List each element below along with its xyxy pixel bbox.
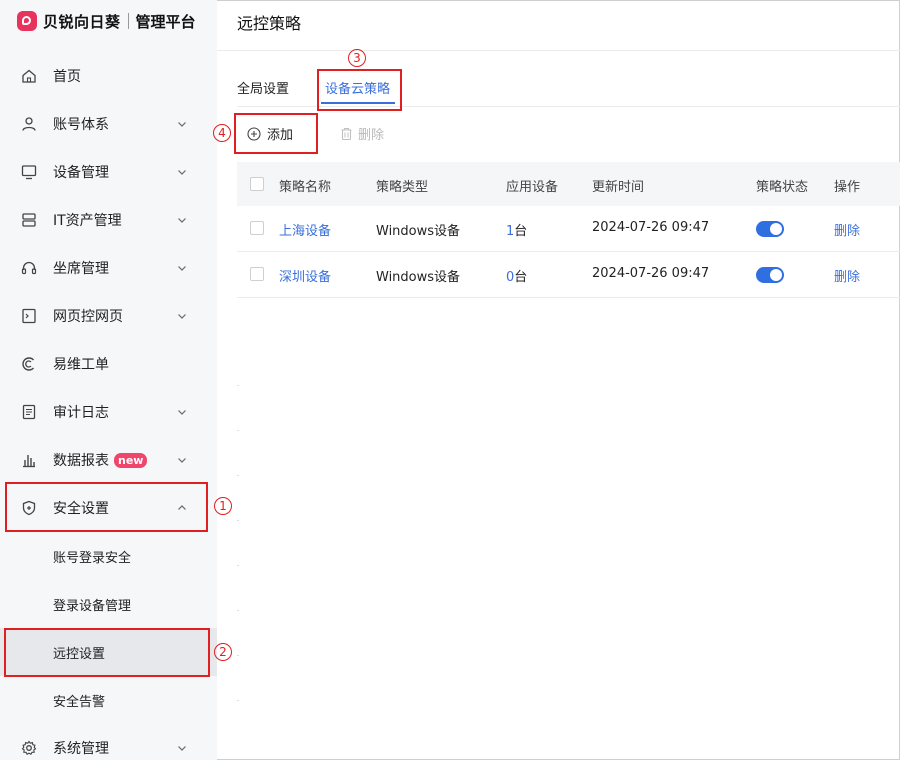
sidebar-item-system[interactable]: 系统管理	[0, 724, 217, 772]
sidebar-item-label: 易维工单	[53, 357, 109, 373]
applied-devices: 1台	[506, 220, 527, 239]
sidebar-subitem-label: 账号登录安全	[53, 550, 132, 566]
log-icon	[21, 404, 37, 420]
sidebar-item-tickets[interactable]: 易维工单	[0, 340, 217, 388]
sidebar-item-label: 设备管理	[53, 165, 109, 181]
column-header: 应用设备	[506, 180, 559, 195]
sidebar-item-home[interactable]: 首页	[0, 52, 217, 100]
sidebar-item-label: 网页控网页	[53, 309, 123, 325]
column-header: 操作	[834, 180, 861, 195]
sidebar-subitem-login-device-mgmt[interactable]: 登录设备管理	[0, 580, 217, 628]
sidebar-item-label: 首页	[53, 69, 81, 85]
user-icon	[21, 116, 37, 132]
page-title: 远控策略	[237, 14, 302, 33]
sidebar-subitem-account-login-security[interactable]: 账号登录安全	[0, 532, 217, 580]
annotation-box-add-button	[234, 113, 318, 154]
trash-icon	[341, 127, 352, 140]
sidebar-item-label: IT资产管理	[53, 213, 122, 229]
sidebar-item-seats[interactable]: 坐席管理	[0, 244, 217, 292]
updated-time: 2024-07-26 09:47	[592, 220, 710, 235]
sidebar-item-label: 系统管理	[53, 741, 109, 757]
logo-subtitle: 管理平台	[135, 12, 196, 31]
sidebar-item-devices[interactable]: 设备管理	[0, 148, 217, 196]
policy-name-link[interactable]: 上海设备	[279, 220, 331, 239]
sidebar-item-accounts[interactable]: 账号体系	[0, 100, 217, 148]
sidebar-subitem-security-alerts[interactable]: 安全告警	[0, 676, 217, 724]
device-count-unit: 台	[514, 270, 528, 285]
annotation-marker-3: 3	[348, 49, 366, 67]
sidebar-item-reports[interactable]: 数据报表 new	[0, 436, 217, 484]
chevron-down-icon	[178, 266, 186, 271]
table-header: 策略名称 策略类型 应用设备 更新时间 策略状态 操作	[237, 162, 900, 206]
chart-icon	[21, 452, 37, 468]
annotation-marker-2: 2	[214, 643, 232, 661]
divider-tick	[237, 700, 239, 701]
sidebar-subitem-label: 登录设备管理	[53, 598, 132, 614]
row-checkbox[interactable]	[250, 221, 264, 235]
chevron-down-icon	[178, 314, 186, 319]
column-header: 策略类型	[376, 180, 429, 195]
divider-tick	[237, 655, 239, 656]
divider-tick	[237, 565, 239, 566]
row-delete-link[interactable]: 删除	[834, 220, 860, 239]
sidebar-item-label: 账号体系	[53, 117, 109, 133]
sidebar-item-label: 数据报表	[53, 453, 109, 469]
chevron-down-icon	[178, 746, 186, 751]
policy-type: Windows设备	[376, 224, 461, 239]
chevron-down-icon	[178, 410, 186, 415]
row-checkbox[interactable]	[250, 267, 264, 281]
sidebar-item-it-assets[interactable]: IT资产管理	[0, 196, 217, 244]
divider-tick	[237, 430, 239, 431]
gear-icon	[21, 740, 37, 756]
device-count-unit: 台	[514, 224, 528, 239]
home-icon	[21, 68, 37, 84]
server-icon	[21, 212, 37, 228]
updated-time: 2024-07-26 09:47	[592, 266, 710, 281]
sidebar-item-label: 坐席管理	[53, 261, 109, 277]
chevron-down-icon	[178, 218, 186, 223]
table-row: 深圳设备 Windows设备 0台 2024-07-26 09:47 删除	[237, 252, 900, 298]
new-badge: new	[114, 452, 148, 468]
chevron-down-icon	[178, 458, 186, 463]
chevron-down-icon	[178, 170, 186, 175]
column-header: 策略状态	[756, 180, 809, 195]
policy-name-link[interactable]: 深圳设备	[279, 266, 331, 285]
sidebar-item-label: 审计日志	[53, 405, 109, 421]
app-logo[interactable]: 贝锐向日葵 管理平台	[17, 10, 196, 32]
logo-text: 贝锐向日葵	[43, 12, 121, 31]
policy-type: Windows设备	[376, 270, 461, 285]
annotation-box-cloud-policy-tab	[317, 69, 402, 111]
headset-icon	[21, 260, 37, 276]
sidebar-subitem-label: 安全告警	[53, 694, 106, 710]
policy-status-toggle[interactable]	[756, 267, 784, 283]
logo-divider	[127, 13, 129, 29]
monitor-icon	[21, 164, 37, 180]
divider-tick	[237, 520, 239, 521]
terminal-icon	[21, 308, 37, 324]
policy-status-toggle[interactable]	[756, 221, 784, 237]
applied-devices: 0台	[506, 266, 527, 285]
tab-global-settings[interactable]: 全局设置	[237, 78, 289, 97]
header-divider	[217, 50, 900, 51]
column-header: 策略名称	[279, 180, 332, 195]
chevron-down-icon	[178, 122, 186, 127]
select-all-checkbox[interactable]	[250, 177, 264, 191]
delete-button-label: 删除	[358, 128, 385, 143]
divider-tick	[237, 385, 239, 386]
table-row: 上海设备 Windows设备 1台 2024-07-26 09:47 删除	[237, 206, 900, 252]
annotation-marker-4: 4	[213, 124, 231, 142]
divider-tick	[237, 610, 239, 611]
column-header: 更新时间	[592, 180, 645, 195]
ticket-icon	[21, 356, 37, 372]
annotation-box-security	[5, 482, 208, 532]
divider-tick	[237, 475, 239, 476]
delete-button[interactable]: 删除	[340, 124, 384, 143]
sidebar-item-audit-log[interactable]: 审计日志	[0, 388, 217, 436]
sunlogin-logo-icon	[17, 11, 37, 31]
annotation-marker-1: 1	[214, 497, 232, 515]
annotation-box-remote-settings	[4, 628, 210, 677]
row-delete-link[interactable]: 删除	[834, 266, 860, 285]
sidebar-item-web-control[interactable]: 网页控网页	[0, 292, 217, 340]
